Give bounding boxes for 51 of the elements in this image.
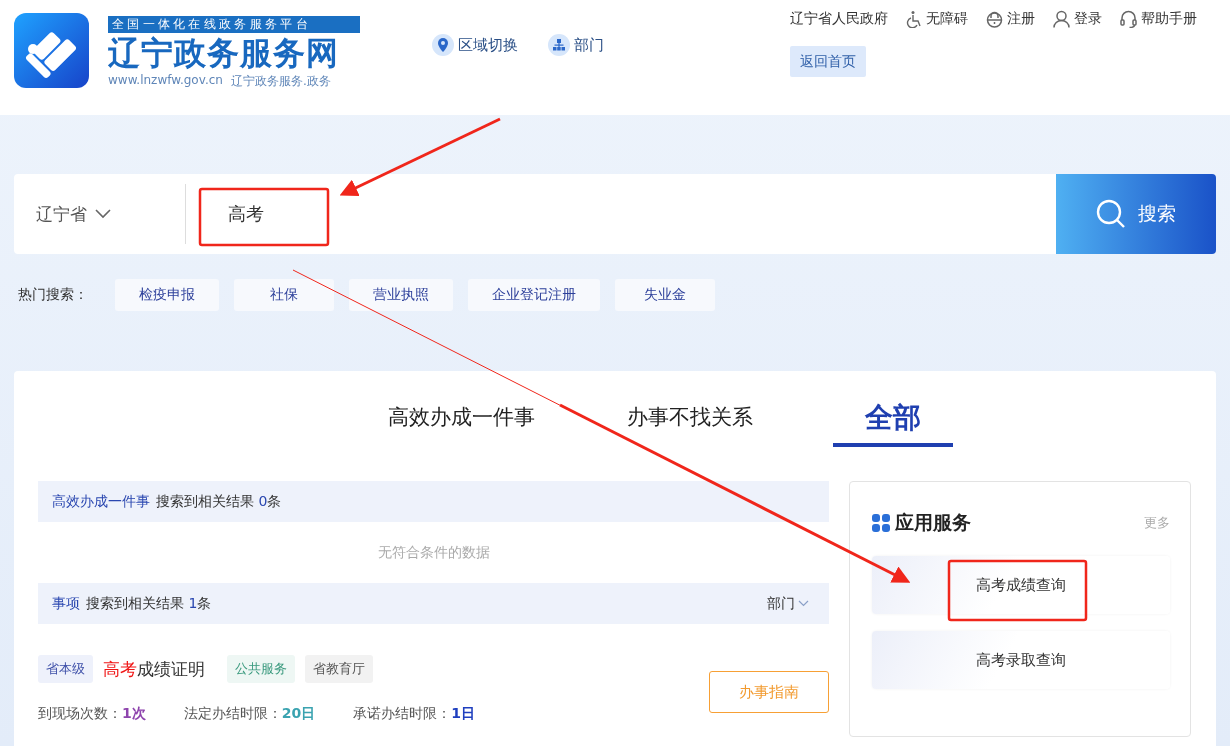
- hot-search-tag[interactable]: 社保: [234, 279, 334, 311]
- empty-message: 无符合条件的数据: [376, 543, 491, 562]
- search-icon: [1096, 199, 1126, 229]
- chevron-down-icon: [798, 600, 809, 607]
- hot-search-tag[interactable]: 企业登记注册: [468, 279, 600, 311]
- hot-search-tag[interactable]: 检疫申报: [115, 279, 219, 311]
- service-stat: 承诺办结时限：1日: [353, 705, 475, 723]
- search-button[interactable]: 搜索: [1056, 174, 1216, 254]
- headset-icon: [1120, 10, 1137, 28]
- result-summary: 搜索到相关结果 0条: [156, 492, 282, 511]
- home-button[interactable]: 返回首页: [790, 46, 866, 77]
- login-link[interactable]: 登录: [1053, 10, 1102, 28]
- region-switch-link[interactable]: 区域切换: [432, 33, 518, 57]
- user-icon: [1053, 10, 1070, 28]
- service-stat: 到现场次数：1次: [38, 705, 146, 723]
- tab[interactable]: 全部: [832, 399, 953, 447]
- department-link[interactable]: 部门: [548, 33, 604, 57]
- site-name: 辽宁政务服务网: [108, 33, 340, 73]
- result-category-link[interactable]: 事项: [52, 594, 80, 613]
- app-service-button[interactable]: 高考录取查询: [872, 631, 1170, 689]
- logo-icon: [14, 13, 89, 88]
- result-summary: 搜索到相关结果 1条: [86, 594, 212, 613]
- tab[interactable]: 高效办成一件事: [387, 399, 535, 447]
- level-tag: 省本级: [38, 655, 93, 683]
- hot-search-tag[interactable]: 营业执照: [349, 279, 453, 311]
- accessibility-link[interactable]: 无障碍: [906, 10, 968, 28]
- platform-slogan: 全国一体化在线政务服务平台: [108, 16, 360, 33]
- hot-search-label: 热门搜索：: [17, 286, 89, 304]
- location-pin-icon: [432, 34, 454, 56]
- category-tag: 公共服务: [227, 655, 295, 683]
- department-filter[interactable]: 部门: [761, 593, 815, 614]
- chevron-down-icon: [95, 209, 111, 219]
- region-dropdown[interactable]: 辽宁省: [14, 174, 185, 254]
- lock-icon: [986, 10, 1003, 28]
- org-chart-icon: [548, 34, 570, 56]
- help-manual-link[interactable]: 帮助手册: [1120, 10, 1197, 28]
- tab[interactable]: 办事不找关系: [626, 399, 753, 447]
- hot-search-tag[interactable]: 失业金: [615, 279, 715, 311]
- service-stat: 法定办结时限：20日: [183, 705, 316, 723]
- grid-icon: [872, 514, 890, 532]
- wheelchair-icon: [906, 10, 922, 28]
- app-service-button[interactable]: 高考成绩查询: [872, 556, 1170, 614]
- site-domain-alt: 辽宁政务服务.政务: [230, 73, 331, 90]
- panel-title: 应用服务: [895, 510, 971, 535]
- government-link[interactable]: 辽宁省人民政府: [790, 10, 888, 28]
- service-title-link[interactable]: 高考成绩证明: [103, 657, 205, 681]
- result-category-link[interactable]: 高效办成一件事: [52, 492, 150, 511]
- site-domain: www.lnzwfw.gov.cn: [108, 73, 223, 89]
- department-tag: 省教育厅: [305, 655, 373, 683]
- search-field[interactable]: 高考: [186, 174, 1056, 254]
- register-link[interactable]: 注册: [986, 10, 1035, 28]
